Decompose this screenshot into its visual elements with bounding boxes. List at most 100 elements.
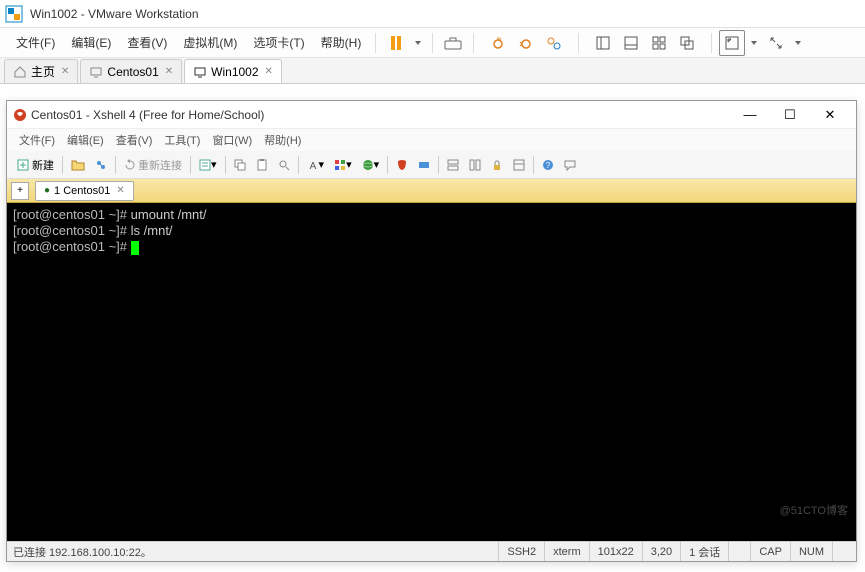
pause-button[interactable] [383,30,409,56]
snapshot-manager-button[interactable] [541,30,567,56]
new-label: 新建 [32,157,54,173]
svg-text:A: A [309,161,316,171]
xshell-tab-centos01[interactable]: ● 1 Centos01 ✕ [35,181,134,201]
lock-button[interactable] [487,154,507,176]
xshell-toolbar: 新建 重新连接 ▾ A▾ ▾ ▾ ? [7,151,856,179]
status-size: 101x22 [589,542,642,561]
status-protocol: SSH2 [498,542,544,561]
vmware-menu-vm[interactable]: 虚拟机(M) [175,30,245,55]
separator [115,156,116,174]
separator [578,33,579,53]
separator [533,156,534,174]
vmware-logo-icon [4,4,24,24]
help-button[interactable]: ? [538,154,558,176]
tab-close-button[interactable]: ✕ [116,185,124,196]
vmware-tab-win1002[interactable]: Win1002 ✕ [184,59,282,83]
add-tab-button[interactable]: + [11,182,29,200]
snapshot-take-button[interactable] [485,30,511,56]
color-button[interactable]: ▾ [330,154,356,176]
separator [190,156,191,174]
xftp-button[interactable] [414,154,434,176]
properties-button[interactable]: ▾ [195,154,221,176]
pause-dropdown[interactable] [411,30,425,56]
tab-label: Centos01 [107,65,158,79]
status-end [832,542,850,561]
vmware-menu-help[interactable]: 帮助(H) [313,30,370,55]
separator [438,156,439,174]
reconnect-button[interactable]: 重新连接 [120,154,186,176]
vmware-menu-edit[interactable]: 编辑(E) [63,30,119,55]
send-ctrl-alt-del-button[interactable] [440,30,466,56]
stretch-dropdown[interactable] [791,30,805,56]
copy-button[interactable] [230,154,250,176]
home-icon [13,65,27,79]
xshell-menu-file[interactable]: 文件(F) [13,130,61,150]
vmware-menu-view[interactable]: 查看(V) [119,30,175,55]
view-group [589,30,701,56]
tile-v-button[interactable] [465,154,485,176]
tab-close-button[interactable]: ✕ [165,66,173,77]
maximize-button[interactable]: ☐ [770,102,810,128]
connected-indicator-icon: ● [44,185,50,196]
separator [711,33,712,53]
window-controls: — ☐ ✕ [730,102,850,128]
terminal-line: [root@centos01 ~]# ls /mnt/ [13,223,850,239]
snapshot-revert-button[interactable] [513,30,539,56]
xshell-window: Centos01 - Xshell 4 (Free for Home/Schoo… [6,100,857,562]
vmware-tab-centos01[interactable]: Centos01 ✕ [80,59,182,83]
view-unity-button[interactable] [674,30,700,56]
open-button[interactable] [67,154,89,176]
status-termtype: xterm [544,542,589,561]
fullscreen-button[interactable] [719,30,745,56]
paste-button[interactable] [252,154,272,176]
view-single-button[interactable] [590,30,616,56]
vm-icon [193,65,207,79]
new-session-button[interactable]: 新建 [12,154,58,176]
vmware-menu-file[interactable]: 文件(F) [8,30,63,55]
xshell-menubar: 文件(F) 编辑(E) 查看(V) 工具(T) 窗口(W) 帮助(H) [7,129,856,151]
vmware-menu-tabs[interactable]: 选项卡(T) [245,30,312,55]
connect-button[interactable] [91,154,111,176]
fullscreen-dropdown[interactable] [747,30,761,56]
status-numlock: NUM [790,542,832,561]
terminal-view[interactable]: [root@centos01 ~]# umount /mnt/ [root@ce… [7,203,856,541]
cursor-icon [131,241,139,255]
tab-close-button[interactable]: ✕ [61,66,69,77]
web-button[interactable]: ▾ [358,154,384,176]
xshell-menu-help[interactable]: 帮助(H) [258,130,307,150]
vm-icon [89,65,103,79]
xshell-menu-window[interactable]: 窗口(W) [206,130,258,150]
status-capslock: CAP [750,542,790,561]
script-button[interactable] [392,154,412,176]
view-console-button[interactable] [618,30,644,56]
status-spacer [728,542,750,561]
svg-text:?: ? [546,161,551,170]
xshell-menu-tools[interactable]: 工具(T) [158,130,206,150]
tile-h-button[interactable] [443,154,463,176]
pause-icon [391,36,401,50]
xshell-menu-edit[interactable]: 编辑(E) [61,130,110,150]
close-button[interactable]: ✕ [810,102,850,128]
vmware-tab-home[interactable]: 主页 ✕ [4,59,78,83]
tab-label: 主页 [31,63,55,80]
separator [298,156,299,174]
separator [375,33,376,53]
tab-close-button[interactable]: ✕ [265,66,273,77]
status-connection: 已连接 192.168.100.10:22。 [13,544,498,560]
xshell-menu-view[interactable]: 查看(V) [110,130,159,150]
tab-label: Win1002 [211,65,258,79]
feedback-button[interactable] [560,154,580,176]
panel-button[interactable] [509,154,529,176]
status-pos: 3,20 [642,542,680,561]
xshell-app-icon [13,108,27,122]
status-sessions: 1 会话 [680,542,728,561]
stretch-button[interactable] [763,30,789,56]
view-thumbnail-button[interactable] [646,30,672,56]
separator [225,156,226,174]
minimize-button[interactable]: — [730,102,770,128]
font-button[interactable]: A▾ [303,154,329,176]
separator [62,156,63,174]
watermark: @51CTO博客 [780,503,848,519]
separator [473,33,474,53]
find-button[interactable] [274,154,294,176]
